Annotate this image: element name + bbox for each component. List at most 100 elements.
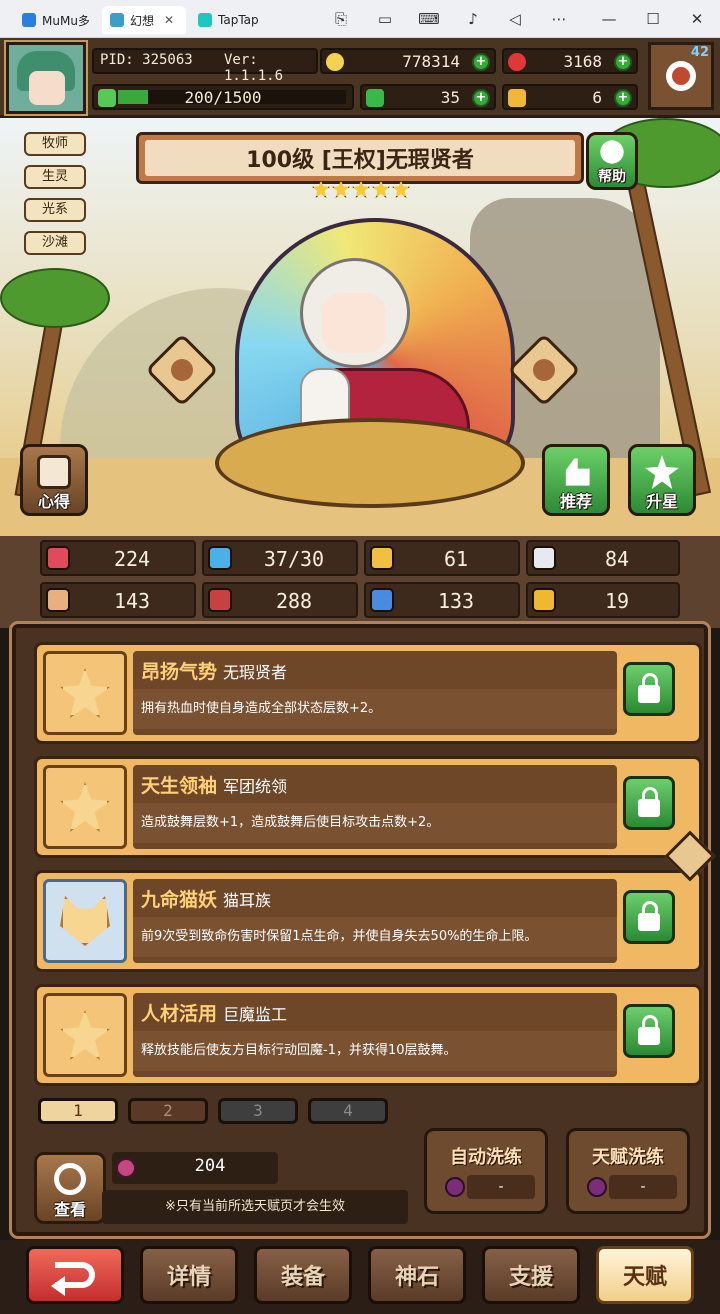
stat-shield: 61 (364, 540, 520, 576)
help-button[interactable]: 帮助 (586, 132, 638, 190)
settings-button[interactable]: 42 (648, 42, 714, 110)
talent-icon-box[interactable] (43, 879, 127, 963)
nav-support[interactable]: 支援 (482, 1246, 580, 1304)
ruby-icon (508, 53, 526, 71)
wing-icon (532, 546, 556, 570)
ticket-counter: 6 + (502, 84, 638, 110)
add-clover-button[interactable]: + (472, 89, 490, 107)
potion-icon (587, 1177, 607, 1197)
recommend-label: 推荐 (559, 492, 592, 511)
star-icon (392, 180, 410, 198)
hero-title: 100级 [王权]无瑕贤者 (145, 140, 575, 176)
talent-page-tab-3[interactable]: 3 (218, 1098, 298, 1124)
star-icon (60, 1010, 110, 1060)
minimize-icon[interactable]: — (596, 7, 622, 31)
nav-equipment[interactable]: 装备 (254, 1246, 352, 1304)
magnifier-icon (54, 1163, 86, 1195)
back-icon[interactable]: ◁ (502, 7, 528, 31)
add-ruby-button[interactable]: + (614, 53, 632, 71)
talent-page-tab-1[interactable]: 1 (38, 1098, 118, 1124)
hero-tags: 牧师 生灵 光系 沙滩 (24, 132, 86, 264)
tab-mumu[interactable]: MuMu多 (14, 6, 98, 34)
star-icon (332, 180, 350, 198)
keyboard-icon[interactable]: ⌨ (416, 7, 442, 31)
stat-value: 143 (113, 589, 151, 613)
talent-icon-box[interactable] (43, 993, 127, 1077)
talent-icon-box[interactable] (43, 651, 127, 735)
talent-card[interactable]: 人材活用 巨魔监工 释放技能后使友方目标行动回魔-1，并获得10层鼓舞。 (34, 984, 702, 1086)
stat-value: 133 (437, 589, 475, 613)
ticket-value: 6 (592, 88, 602, 107)
stat-value: 288 (275, 589, 313, 613)
tab-game[interactable]: 幻想 ✕ (102, 6, 186, 34)
talent-page-tab-4[interactable]: 4 (308, 1098, 388, 1124)
clover-counter: 35 + (360, 84, 496, 110)
hero-name-banner: 100级 [王权]无瑕贤者 (136, 132, 584, 184)
tab-label: TapTap (218, 13, 259, 27)
tag-terrain[interactable]: 沙滩 (24, 231, 86, 255)
talent-page-tab-2[interactable]: 2 (128, 1098, 208, 1124)
lock-button[interactable] (623, 890, 675, 944)
back-button[interactable] (26, 1246, 124, 1304)
talent-refine-label: 天赋洗练 (592, 1147, 664, 1168)
stat-value: 19 (604, 589, 630, 613)
talent-page-notice: ※只有当前所选天赋页才会生效 (102, 1190, 408, 1224)
exp-text: 200/1500 (184, 88, 262, 107)
view-label: 查看 (53, 1200, 86, 1219)
auto-refine-value: - (467, 1175, 535, 1199)
tag-race[interactable]: 生灵 (24, 165, 86, 189)
nav-details[interactable]: 详情 (140, 1246, 238, 1304)
boot-icon (370, 588, 394, 612)
berry-value: 204 (194, 1156, 226, 1176)
tab-label: 幻想 (130, 13, 155, 28)
add-ticket-button[interactable]: + (614, 89, 632, 107)
pid-text: PID: 325063 (100, 52, 193, 68)
avatar[interactable] (4, 40, 88, 116)
talent-panel: 昂扬气势 无瑕贤者 拥有热血时使自身造成全部状态层数+2。 天生领袖 军团统领 造成鼓舞层… (9, 621, 716, 1239)
berry-icon (116, 1158, 136, 1178)
tag-class[interactable]: 牧师 (24, 132, 86, 156)
clam-shell-base (215, 418, 525, 508)
talent-card[interactable]: 昂扬气势 无瑕贤者 拥有热血时使自身造成全部状态层数+2。 (34, 642, 702, 744)
maximize-icon[interactable]: ☐ (640, 7, 666, 31)
question-icon (600, 140, 624, 164)
talent-card[interactable]: 九命猫妖 猫耳族前9次受到致命伤害时保留1点生命，并使自身失去50%的生命上限。 (34, 870, 702, 972)
lock-button[interactable] (623, 776, 675, 830)
help-label: 帮助 (598, 169, 626, 185)
horseshoe-icon (532, 588, 556, 612)
notes-icon (37, 455, 71, 489)
more-icon[interactable]: ⋯ (546, 7, 572, 31)
close-tab-icon[interactable]: ✕ (164, 13, 174, 27)
star-icon (312, 180, 330, 198)
talent-icon-box[interactable] (43, 765, 127, 849)
screen-icon[interactable]: ▭ (372, 7, 398, 31)
add-gold-button[interactable]: + (472, 53, 490, 71)
talent-name: 九命猫妖 猫耳族 (141, 885, 271, 912)
view-button[interactable]: 查看 (34, 1152, 106, 1224)
talent-description: 前9次受到致命伤害时保留1点生命，并使自身失去50%的生命上限。 (133, 917, 617, 957)
talent-title: 九命猫妖 (141, 889, 218, 911)
player-bar: PID: 325063 Ver: 1.1.1.6 200/1500 778314… (0, 38, 720, 118)
talent-description: 释放技能后使友方目标行动回魔-1，并获得10层鼓舞。 (133, 1031, 617, 1071)
volume-icon[interactable]: ♪ (460, 7, 486, 31)
talent-refine-button[interactable]: 天赋洗练 - (566, 1128, 690, 1214)
shield-icon (370, 546, 394, 570)
tag-element[interactable]: 光系 (24, 198, 86, 222)
close-icon[interactable]: ✕ (684, 7, 710, 31)
lock-button[interactable] (623, 1004, 675, 1058)
notes-button[interactable]: 心得 (20, 444, 88, 516)
screenshot-icon[interactable]: ⎘ (328, 7, 354, 31)
lock-button[interactable] (623, 662, 675, 716)
nav-godstone[interactable]: 神石 (368, 1246, 466, 1304)
tab-taptap[interactable]: TapTap (190, 6, 270, 34)
game-window: { "browser": { "tabs": [ {"label": "MuMu… (0, 0, 720, 1314)
star-up-button[interactable]: 升星 (628, 444, 696, 516)
nav-talent[interactable]: 天赋 (596, 1246, 694, 1304)
exp-bar: 200/1500 (92, 84, 354, 110)
talent-card[interactable]: 天生领袖 军团统领 造成鼓舞层数+1，造成鼓舞后使目标攻击点数+2。 (34, 756, 702, 858)
recommend-button[interactable]: 推荐 (542, 444, 610, 516)
gold-value: 778314 (402, 52, 460, 71)
book-icon (208, 588, 232, 612)
auto-refine-button[interactable]: 自动洗练 - (424, 1128, 548, 1214)
gold-coin-icon (326, 53, 344, 71)
